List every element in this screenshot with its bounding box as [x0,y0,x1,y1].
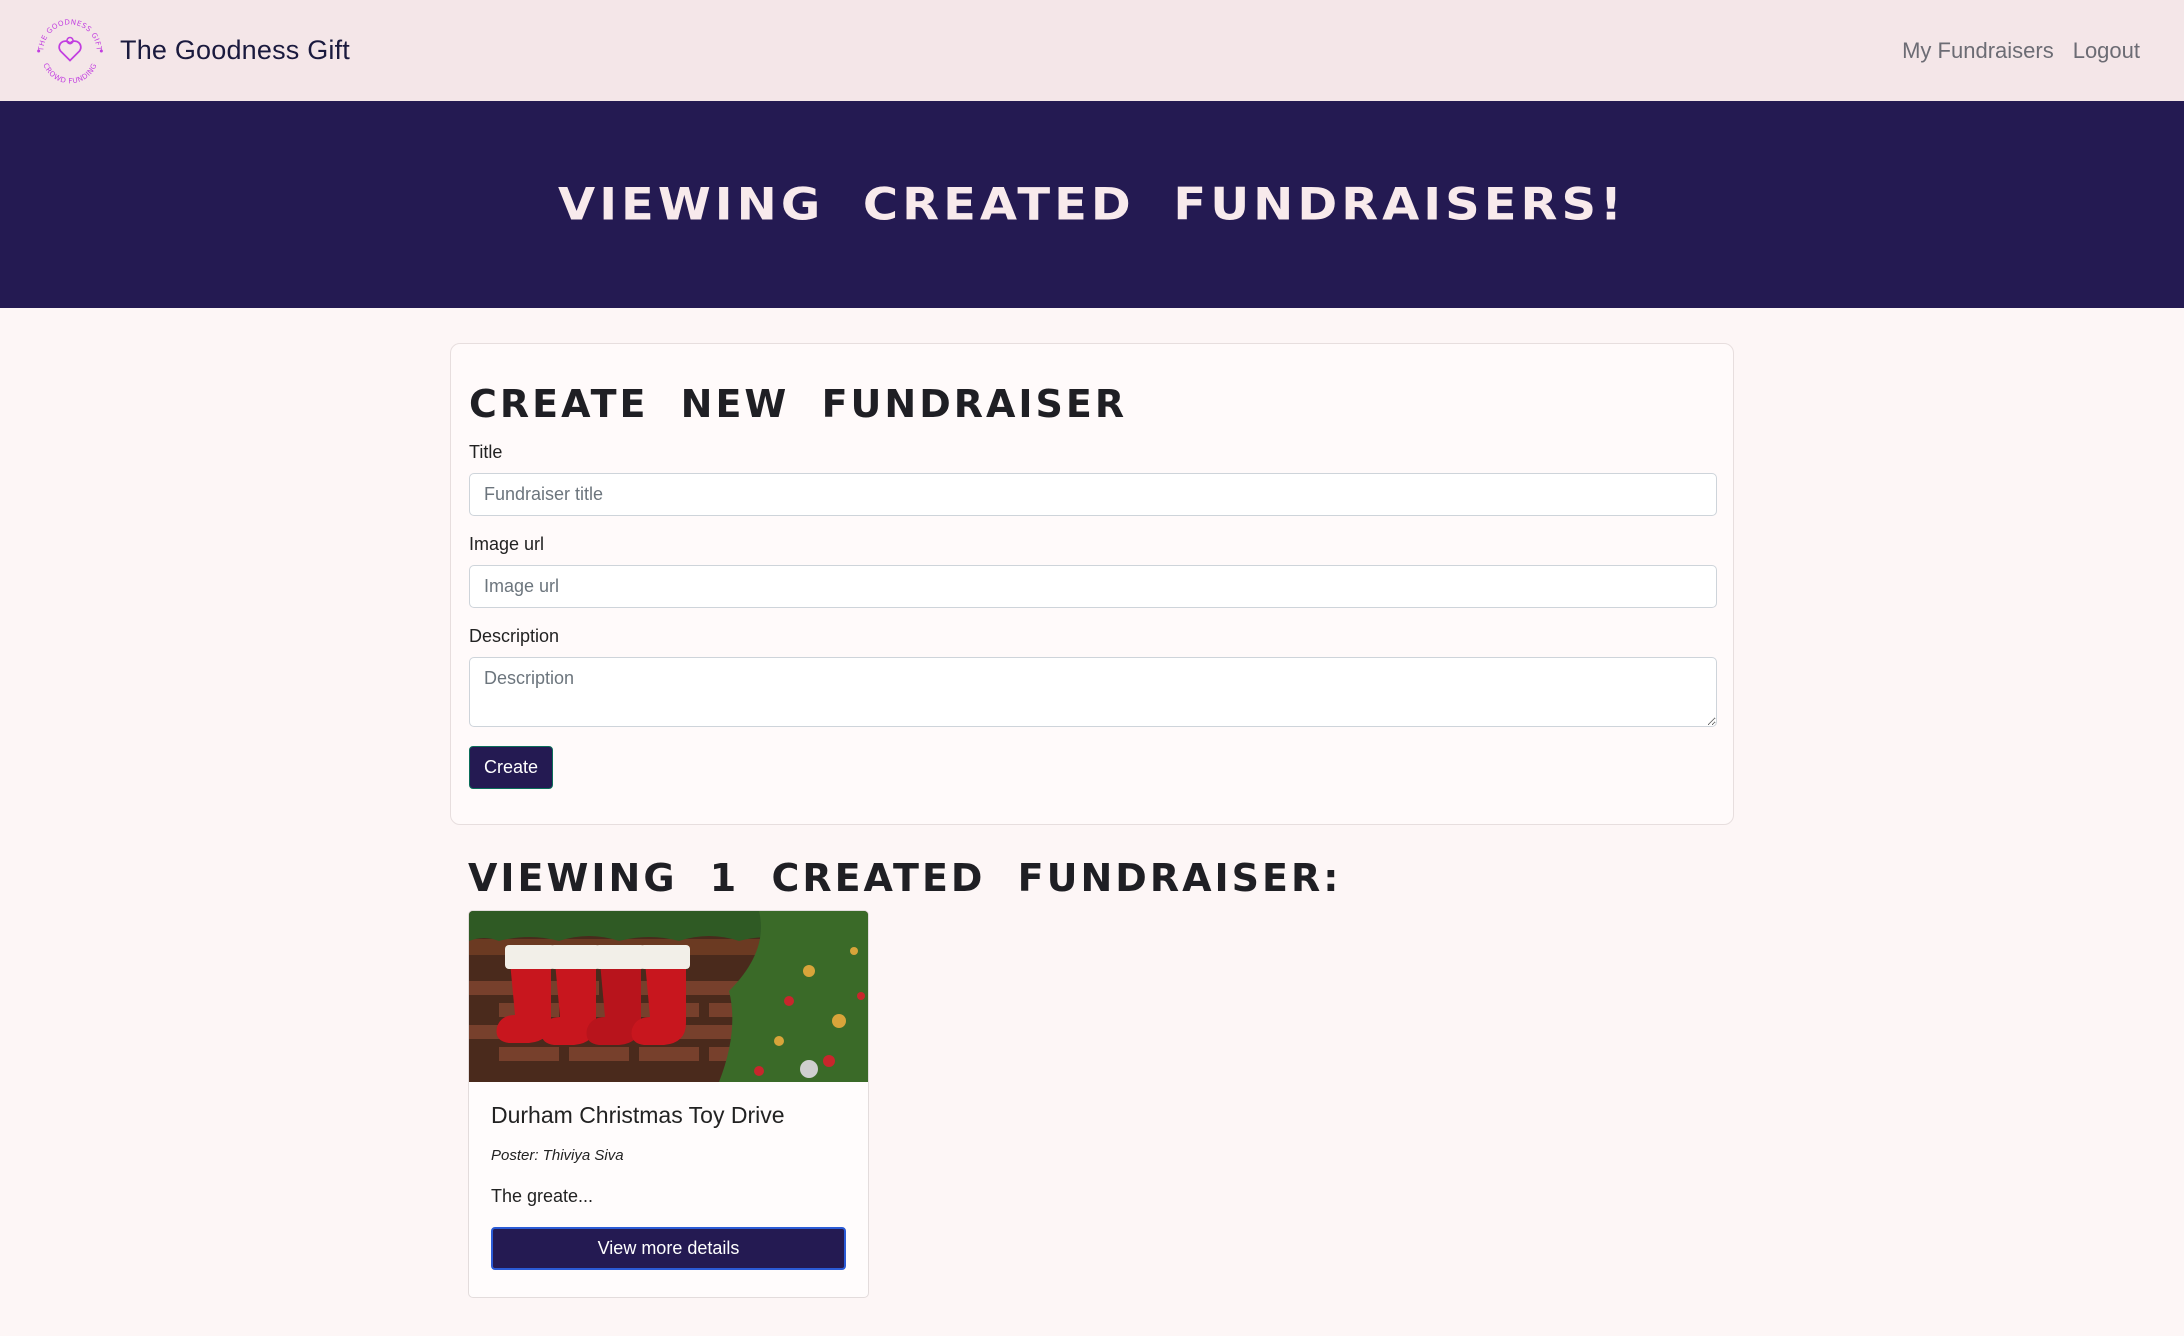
brand-name: The Goodness Gift [120,35,351,65]
image-url-input[interactable] [469,565,1717,608]
card-title: Durham Christmas Toy Drive [491,1102,785,1128]
svg-text:CROWD FUNDING: CROWD FUNDING [41,61,98,85]
image-url-label: Image url [469,534,545,554]
fundraiser-image [469,911,868,1082]
nav-link-my-fundraisers[interactable]: My Fundraisers [1902,38,2054,64]
svg-text:THE GOODNESS GIFT: THE GOODNESS GIFT [36,17,103,52]
form-heading: Create new fundraiser [469,382,1128,426]
card-excerpt: The greate... [491,1186,594,1206]
fundraiser-card: Durham Christmas Toy Drive Poster: Thivi… [468,910,869,1298]
card-body: Durham Christmas Toy Drive Poster: Thivi… [469,1082,868,1290]
description-textarea[interactable] [469,657,1717,727]
title-input[interactable] [469,473,1717,516]
hero-banner: Viewing created fundraisers! [0,101,2184,308]
logo-text-bottom: CROWD FUNDING [41,61,98,85]
view-details-button[interactable]: View more details [491,1227,846,1270]
brand[interactable]: THE GOODNESS GIFT CROWD FUNDING The Good… [32,13,350,89]
navbar: THE GOODNESS GIFT CROWD FUNDING The Good… [0,0,2184,101]
nav-link-logout[interactable]: Logout [2073,38,2140,64]
create-fundraiser-form: Create new fundraiser Title Image url De… [450,343,1734,825]
brand-logo-icon: THE GOODNESS GIFT CROWD FUNDING [36,17,103,85]
hero-title: Viewing created fundraisers! [558,178,1626,231]
create-button[interactable]: Create [469,746,554,789]
title-label: Title [469,442,503,462]
nav-links: My Fundraisers Logout [1902,38,2140,64]
description-label: Description [469,626,560,646]
logo-text-top: THE GOODNESS GIFT [36,17,103,52]
list-heading: Viewing 1 created fundraiser: [468,856,1342,900]
card-poster: Poster: Thiviya Siva [491,1147,624,1164]
